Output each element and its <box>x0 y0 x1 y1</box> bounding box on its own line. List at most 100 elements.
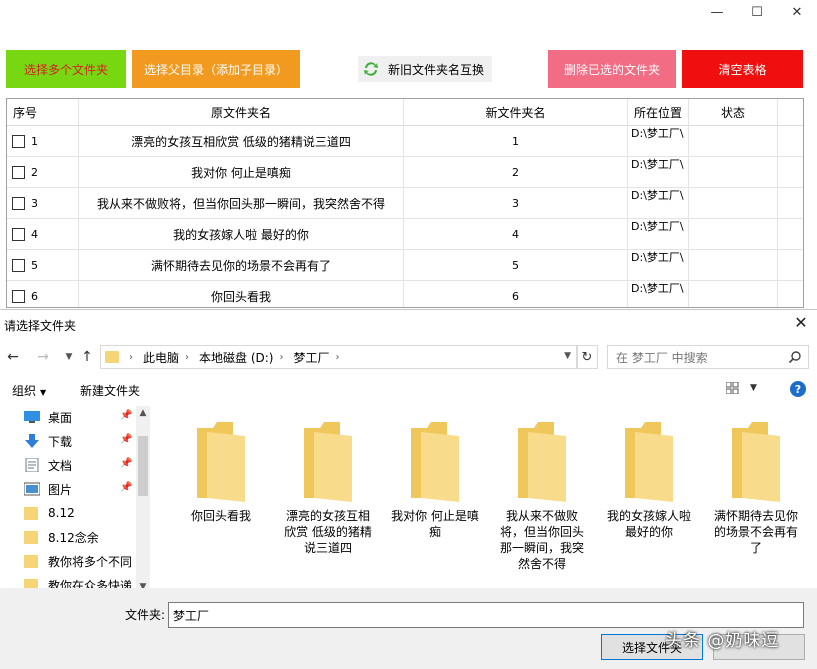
sidebar-scrollbar[interactable]: ▲ ▼ <box>136 406 150 594</box>
row-original-name: 我的女孩嫁人啦 最好的你 <box>79 219 404 249</box>
folder-icon <box>304 422 352 502</box>
up-arrow-icon[interactable]: ↑ <box>78 347 96 367</box>
table-row[interactable]: 4 我的女孩嫁人啦 最好的你 4 D:\梦工厂\ <box>7 219 803 250</box>
organize-label: 组织 <box>12 384 37 398</box>
row-checkbox[interactable] <box>12 196 25 210</box>
folder-item[interactable]: 你回头看我 <box>171 418 271 524</box>
table-row[interactable]: 2 我对你 何止是嗔痴 2 D:\梦工厂\ <box>7 157 803 188</box>
pin-icon: 📌 <box>120 434 133 445</box>
folder-field-label: 文件夹: <box>125 608 166 622</box>
pin-icon: 📌 <box>120 410 133 421</box>
scrollbar-thumb[interactable] <box>138 436 148 496</box>
organize-menu[interactable]: 组织 ▼ <box>12 382 46 399</box>
sidebar-item-folder[interactable]: 教你将多个不同 <box>24 550 136 572</box>
sidebar-item-label: 文档 <box>48 458 73 473</box>
row-original-name: 满怀期待去见你的场景不会再有了 <box>79 250 404 280</box>
folder-name: 你回头看我 <box>190 509 251 523</box>
dialog-close-icon[interactable]: ✕ <box>791 313 811 332</box>
folder-name: 我的女孩嫁人啦 最好的你 <box>606 509 691 539</box>
breadcrumb-this-pc[interactable]: 此电脑 <box>143 349 179 366</box>
view-options[interactable]: ▼ <box>726 382 757 394</box>
sidebar-item-label: 下载 <box>48 434 73 449</box>
folder-icon <box>24 531 38 544</box>
minimize-button[interactable]: — <box>697 0 737 24</box>
view-chevron-icon: ▼ <box>750 383 757 393</box>
recent-locations-chevron-icon[interactable]: ▼ <box>60 347 78 367</box>
row-status <box>689 188 778 218</box>
folder-name: 漂亮的女孩互相欣赏 低级的猪精说三道四 <box>284 509 372 555</box>
address-bar[interactable]: › 此电脑 › 本地磁盘 (D:) › 梦工厂 › ▼ <box>100 345 578 369</box>
row-checkbox[interactable] <box>12 289 25 303</box>
folder-table: 序号 原文件夹名 新文件夹名 所在位置 状态 1 漂亮的女孩互相欣赏 低级的猪精… <box>6 98 804 308</box>
refresh-icon[interactable]: ↻ <box>576 345 598 369</box>
breadcrumb-separator-icon: › <box>335 351 340 363</box>
new-folder-button[interactable]: 新建文件夹 <box>80 382 140 399</box>
breadcrumb-current-folder[interactable]: 梦工厂 <box>293 349 329 366</box>
row-index: 5 <box>31 258 38 272</box>
table-row[interactable]: 1 漂亮的女孩互相欣赏 低级的猪精说三道四 1 D:\梦工厂\ <box>7 126 803 157</box>
address-dropdown-chevron-icon[interactable]: ▼ <box>564 351 571 361</box>
table-row[interactable]: 5 满怀期待去见你的场景不会再有了 5 D:\梦工厂\ <box>7 250 803 281</box>
clear-table-button[interactable]: 清空表格 <box>682 50 803 88</box>
delete-selected-button[interactable]: 删除已选的文件夹 <box>548 50 676 88</box>
folder-item[interactable]: 满怀期待去见你的场景不会再有了 <box>706 418 806 556</box>
row-status <box>689 250 778 280</box>
row-index: 2 <box>31 165 38 179</box>
folder-icon <box>24 507 38 520</box>
download-icon <box>25 434 39 448</box>
row-checkbox[interactable] <box>12 134 25 148</box>
row-new-name: 3 <box>404 188 628 218</box>
header-location: 所在位置 <box>628 99 689 125</box>
folder-item[interactable]: 漂亮的女孩互相欣赏 低级的猪精说三道四 <box>278 418 378 556</box>
row-index: 4 <box>31 227 38 241</box>
help-icon[interactable]: ? <box>790 381 806 397</box>
folder-icon <box>411 422 459 502</box>
folder-icon <box>625 422 673 502</box>
navigation-pane: 桌面 📌 下载 📌 文档 📌 图片 📌 8.12 8.12念余 教你将多个不同 … <box>0 406 150 594</box>
sidebar-item-label: 教你将多个不同 <box>48 554 133 569</box>
row-new-name: 1 <box>404 126 628 156</box>
folder-icon <box>24 555 38 568</box>
select-parent-directory-button[interactable]: 选择父目录（添加子目录） <box>132 50 300 88</box>
row-checkbox[interactable] <box>12 227 25 241</box>
row-checkbox[interactable] <box>12 165 25 179</box>
swap-names-button[interactable]: 新旧文件夹名互换 <box>358 56 492 82</box>
row-checkbox[interactable] <box>12 258 25 272</box>
folder-name: 我对你 何止是嗔痴 <box>391 509 479 539</box>
row-location: D:\梦工厂\ <box>628 126 689 156</box>
row-index: 3 <box>31 196 38 210</box>
header-status: 状态 <box>689 99 778 125</box>
row-status <box>689 281 778 307</box>
search-placeholder: 在 梦工厂 中搜索 <box>616 350 708 365</box>
row-index: 1 <box>31 134 38 148</box>
table-row[interactable]: 6 你回头看我 6 D:\梦工厂\ <box>7 281 803 307</box>
forward-arrow-icon[interactable]: → <box>34 347 52 367</box>
sidebar-item-label: 8.12 <box>48 506 75 520</box>
breadcrumb-drive-d[interactable]: 本地磁盘 (D:) <box>199 349 273 366</box>
search-input[interactable]: 在 梦工厂 中搜索 <box>607 345 809 369</box>
back-arrow-icon[interactable]: ← <box>4 347 22 367</box>
folder-name-field[interactable]: 梦工厂 <box>168 602 804 628</box>
row-index: 6 <box>31 289 38 303</box>
desktop-icon <box>24 411 40 423</box>
row-original-name: 你回头看我 <box>79 281 404 307</box>
sidebar-item-folder[interactable]: 8.12 <box>24 502 136 524</box>
row-location: D:\梦工厂\ <box>628 157 689 187</box>
sidebar-item-folder[interactable]: 8.12念余 <box>24 526 136 548</box>
table-row[interactable]: 3 我从来不做败将，但当你回头那一瞬间，我突然舍不得 3 D:\梦工厂\ <box>7 188 803 219</box>
folder-item[interactable]: 我从来不做败将，但当你回头那一瞬间，我突然舍不得 <box>492 418 592 572</box>
row-new-name: 4 <box>404 219 628 249</box>
folder-item[interactable]: 我的女孩嫁人啦 最好的你 <box>599 418 699 540</box>
pin-icon: 📌 <box>120 482 133 493</box>
row-status <box>689 219 778 249</box>
select-multiple-folders-button[interactable]: 选择多个文件夹 <box>6 50 126 88</box>
folder-icon <box>197 422 245 502</box>
breadcrumb-separator-icon: › <box>279 351 284 363</box>
folder-item[interactable]: 我对你 何止是嗔痴 <box>385 418 485 540</box>
swap-icon <box>364 62 378 76</box>
row-location: D:\梦工厂\ <box>628 219 689 249</box>
scroll-up-arrow-icon[interactable]: ▲ <box>136 408 150 418</box>
close-button[interactable]: ✕ <box>777 0 817 24</box>
maximize-button[interactable]: ☐ <box>737 0 777 24</box>
breadcrumb-separator-icon: › <box>129 351 133 363</box>
